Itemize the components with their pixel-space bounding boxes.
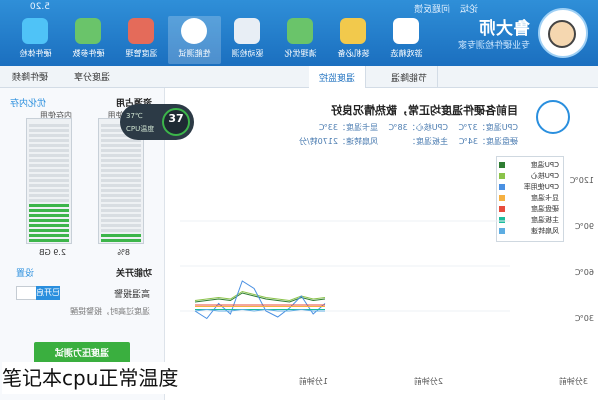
logo bbox=[538, 8, 588, 58]
gauge-segment bbox=[29, 144, 69, 147]
forum-link[interactable]: 论坛 bbox=[460, 2, 478, 16]
gauge-segment bbox=[29, 194, 69, 197]
gauge-segment bbox=[29, 149, 69, 152]
hardware-throttle-link[interactable]: 硬件降频 bbox=[12, 70, 48, 83]
gauge-segment bbox=[101, 144, 141, 147]
gauge-segment bbox=[29, 209, 69, 212]
gauge-segment bbox=[29, 239, 69, 242]
gauge-segment bbox=[101, 199, 141, 202]
tool-label: 驱动检测 bbox=[231, 49, 264, 58]
tool-essentials[interactable]: 装机必备 bbox=[327, 16, 380, 64]
brand-name: 鲁大师 bbox=[479, 19, 530, 39]
logo-face-icon bbox=[548, 20, 576, 48]
gauge-segment bbox=[101, 214, 141, 217]
high-temp-alarm-label: 高温报警 bbox=[113, 290, 150, 300]
gauge-segment bbox=[101, 164, 141, 167]
board-icon bbox=[75, 18, 101, 44]
gauge-segment bbox=[101, 234, 141, 237]
gauge-segment bbox=[101, 184, 141, 187]
gauge-segment bbox=[29, 184, 69, 187]
gauge-segment bbox=[29, 204, 69, 207]
gauge-segment bbox=[29, 224, 69, 227]
gauge-segment bbox=[29, 169, 69, 172]
gauge-segment bbox=[101, 179, 141, 182]
tool-cleanup[interactable]: 清理优化 bbox=[274, 16, 327, 64]
cube-icon bbox=[340, 18, 366, 44]
tool-label: 硬件参数 bbox=[72, 49, 105, 58]
tool-label: 硬件体检 bbox=[19, 49, 52, 58]
tool-label: 装机必备 bbox=[337, 49, 370, 58]
alarm-hint: 温度过高时，报警提醒 bbox=[70, 307, 150, 316]
brand-subtitle: 专业硬件检测专家 bbox=[457, 41, 530, 51]
gauge-segment bbox=[29, 219, 69, 222]
gauge-segment bbox=[29, 189, 69, 192]
broom-icon bbox=[287, 18, 313, 44]
speed-dial-icon bbox=[181, 18, 207, 44]
tool-label: 游戏精选 bbox=[390, 49, 423, 58]
gauge-segment bbox=[29, 174, 69, 177]
gear-icon bbox=[234, 18, 260, 44]
memory-usage-value: 2.9 GB bbox=[39, 248, 66, 257]
gauge-segment bbox=[29, 134, 69, 137]
gauge-segment bbox=[29, 199, 69, 202]
gauge-segment bbox=[101, 169, 141, 172]
gauge-segment bbox=[29, 229, 69, 232]
memory-usage-gauge bbox=[26, 118, 72, 244]
app-header: 鲁大师 专业硬件检测专家 论坛 问题反馈 5.20 游戏精选 装机必备 清理优化… bbox=[0, 0, 598, 66]
gauge-segment bbox=[101, 149, 141, 152]
tab-power-saving[interactable]: 节能降温 bbox=[380, 66, 438, 88]
tool-games[interactable]: 游戏精选 bbox=[380, 16, 433, 64]
gauge-segment bbox=[101, 194, 141, 197]
tool-checkup[interactable]: 硬件体检 bbox=[9, 16, 62, 64]
gauge-segment bbox=[29, 139, 69, 142]
settings-link[interactable]: 设置 bbox=[16, 266, 34, 279]
sub-toolbar: 节能降温 温度监控 温度分享 硬件降频 bbox=[0, 66, 598, 88]
badge-temp-value: 37 bbox=[168, 112, 184, 125]
temperature-chart bbox=[180, 220, 510, 320]
gauge-segment bbox=[29, 214, 69, 217]
header-mirror: 鲁大师 专业硬件检测专家 论坛 问题反馈 5.20 游戏精选 装机必备 清理优化… bbox=[0, 0, 598, 66]
badge-temp-label: CPU温度 bbox=[126, 125, 155, 133]
tool-label: 清理优化 bbox=[284, 49, 317, 58]
gauge-segment bbox=[29, 179, 69, 182]
gauge-segment bbox=[29, 159, 69, 162]
gauge-segment bbox=[101, 189, 141, 192]
gauge-segment bbox=[101, 204, 141, 207]
gamepad-icon bbox=[393, 18, 419, 44]
tool-hardware-params[interactable]: 硬件参数 bbox=[62, 16, 115, 64]
monitor-icon bbox=[22, 18, 48, 44]
tool-temperature[interactable]: 温度管理 bbox=[115, 16, 168, 64]
gauge-segment bbox=[101, 154, 141, 157]
version-label: 5.20 bbox=[29, 2, 50, 12]
gauge-segment bbox=[101, 229, 141, 232]
gauge-segment bbox=[101, 174, 141, 177]
gauge-segment bbox=[101, 219, 141, 222]
gauge-segment bbox=[101, 209, 141, 212]
caption-text: 笔记本cpu正常温度 bbox=[2, 362, 252, 394]
main-toolbar: 游戏精选 装机必备 清理优化 驱动检测 性能测试 温度管理 硬件参数 硬件体检 bbox=[3, 16, 433, 64]
gauge-segment bbox=[29, 129, 69, 132]
tool-label: 温度管理 bbox=[125, 49, 158, 58]
gauge-segment bbox=[101, 239, 141, 242]
cpu-temp-badge: 37℃ CPU温度 37 bbox=[120, 104, 194, 140]
tab-temperature-monitor[interactable]: 温度监控 bbox=[308, 66, 366, 88]
gauge-segment bbox=[29, 124, 69, 127]
tool-performance[interactable]: 性能测试 bbox=[168, 16, 221, 64]
cpu-usage-value: 8% bbox=[117, 248, 130, 257]
thermometer-icon bbox=[128, 18, 154, 44]
feedback-link[interactable]: 问题反馈 bbox=[414, 2, 450, 16]
gauge-segment bbox=[101, 159, 141, 162]
subbar-mirror: 节能降温 温度监控 温度分享 硬件降频 bbox=[0, 66, 598, 88]
gauge-segment bbox=[101, 224, 141, 227]
optimize-memory-link[interactable]: 优化内存 bbox=[10, 96, 46, 109]
share-temperature-link[interactable]: 温度分享 bbox=[74, 70, 110, 83]
alarm-toggle-state: 已开启 bbox=[36, 286, 60, 300]
gauge-segment bbox=[29, 234, 69, 237]
tool-label: 性能测试 bbox=[178, 49, 211, 58]
gauge-segment bbox=[29, 164, 69, 167]
gauge-segment bbox=[29, 154, 69, 157]
badge-temp-small: 37℃ bbox=[126, 112, 143, 120]
tool-drivers[interactable]: 驱动检测 bbox=[221, 16, 274, 64]
switch-title: 功能开关 bbox=[115, 269, 152, 279]
